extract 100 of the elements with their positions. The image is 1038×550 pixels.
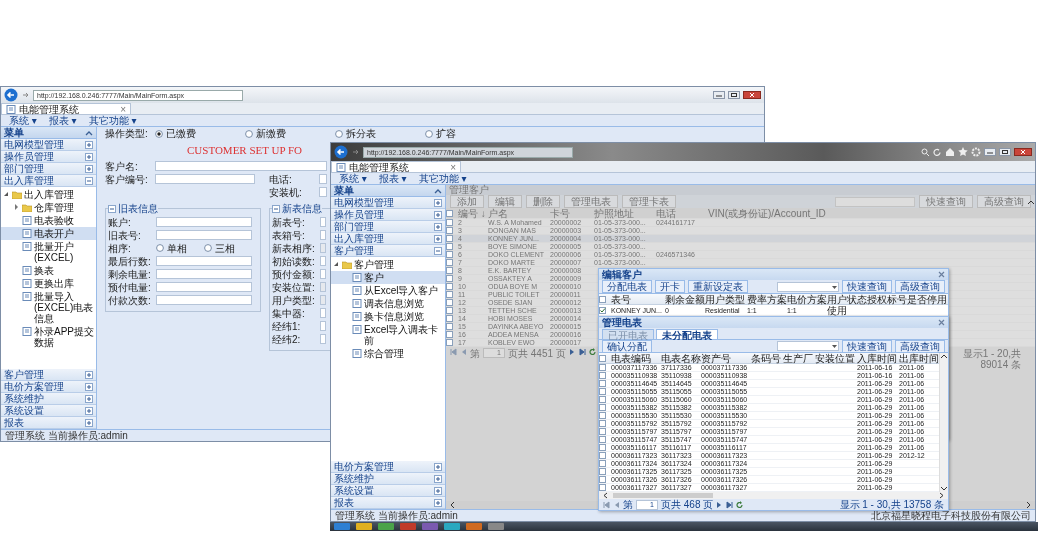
close-icon[interactable] <box>1014 148 1032 156</box>
refresh-icon[interactable] <box>736 500 745 509</box>
browser-tab[interactable]: 电能管理系统 × <box>331 161 461 172</box>
toolbar-button[interactable]: 添加 <box>450 195 484 208</box>
radio-icon[interactable] <box>155 129 163 138</box>
assign-button[interactable]: 确认分配 <box>602 339 652 353</box>
back-button-icon[interactable] <box>334 145 348 159</box>
expand-icon[interactable] <box>85 406 93 415</box>
checkbox-icon[interactable] <box>446 235 453 243</box>
checkbox-icon[interactable] <box>599 436 606 444</box>
expand-icon[interactable] <box>434 234 442 243</box>
tree-item[interactable]: 电表开户 <box>1 227 96 240</box>
tree-item[interactable]: 客户 <box>331 271 445 284</box>
text-field[interactable] <box>156 269 252 279</box>
checkbox-icon[interactable] <box>599 460 606 468</box>
close-icon[interactable] <box>743 91 761 99</box>
checkbox-icon[interactable] <box>446 315 453 323</box>
expand-icon[interactable] <box>434 474 442 483</box>
expand-icon[interactable] <box>85 370 93 379</box>
collapse-icon[interactable] <box>272 204 280 213</box>
checkbox-icon[interactable] <box>599 428 606 436</box>
forward-button-icon[interactable] <box>351 147 360 157</box>
dropdown-field[interactable] <box>320 243 326 253</box>
tab-close-button[interactable]: × <box>120 103 126 115</box>
collapse-icon[interactable] <box>434 246 442 255</box>
browser-tab[interactable]: 电能管理系统 × <box>1 103 131 114</box>
accordion-header[interactable]: 系统设置 <box>1 405 96 417</box>
dropdown-arrow-icon[interactable] <box>831 283 838 290</box>
tree-item[interactable]: 客户管理 <box>331 258 445 271</box>
menu-button[interactable]: 其它功能 ▾ <box>84 114 141 127</box>
search-button[interactable]: 高级查询 <box>895 280 945 293</box>
checkbox-icon[interactable] <box>446 267 453 275</box>
checkbox-icon[interactable] <box>599 296 606 303</box>
back-button-icon[interactable] <box>4 88 18 102</box>
expand-icon[interactable] <box>85 382 93 391</box>
tree-item[interactable]: 仓库管理 <box>1 201 96 214</box>
expand-icon[interactable] <box>85 152 93 161</box>
accordion-header[interactable]: 报表 <box>331 497 445 509</box>
checkbox-icon[interactable] <box>599 468 606 476</box>
text-field[interactable] <box>156 282 252 292</box>
radio-icon[interactable] <box>425 129 433 138</box>
tree-item[interactable]: 批量导入(EXCEL)电表信息 <box>1 290 96 325</box>
menu-button[interactable]: 其它功能 ▾ <box>414 172 471 185</box>
checkbox-icon[interactable] <box>599 364 606 372</box>
collapse-icon[interactable] <box>108 204 116 213</box>
last-page-icon[interactable] <box>578 348 586 356</box>
expand-icon[interactable] <box>434 486 442 495</box>
accordion-header[interactable]: 部门管理 <box>331 221 445 233</box>
toolbar-button[interactable]: 分配电表 <box>602 280 652 293</box>
tree-item[interactable]: 换卡信息浏览 <box>331 310 445 323</box>
checkbox-icon[interactable] <box>599 444 606 452</box>
checkbox-icon[interactable] <box>446 339 453 347</box>
checkbox-icon[interactable] <box>599 355 606 362</box>
maximize-icon[interactable] <box>999 148 1011 156</box>
checkbox-icon[interactable] <box>446 283 453 291</box>
radio-icon[interactable] <box>156 244 164 252</box>
expand-icon[interactable] <box>434 198 442 207</box>
toolbar-button[interactable]: 开卡 <box>655 280 685 293</box>
text-field[interactable] <box>156 217 252 227</box>
expand-icon[interactable] <box>434 498 442 507</box>
tree-item[interactable]: Excel导入调表卡前 <box>331 323 445 347</box>
accordion-header[interactable]: 电价方案管理 <box>1 381 96 393</box>
accordion-header[interactable]: 电网模型管理 <box>1 139 96 151</box>
radio-option[interactable]: 三相 <box>204 242 252 254</box>
accordion-header[interactable]: 操作员管理 <box>1 151 96 163</box>
collapse-icon[interactable] <box>85 176 93 185</box>
dropdown-arrow-icon[interactable] <box>831 343 838 349</box>
toolbar-button[interactable]: 重新设定表 <box>688 280 748 293</box>
tree-item[interactable]: 从Excel导入客户 <box>331 284 445 297</box>
expand-icon[interactable] <box>85 394 93 403</box>
checkbox-icon[interactable] <box>599 396 606 404</box>
expand-icon[interactable] <box>85 164 93 173</box>
last-page-icon[interactable] <box>726 500 734 509</box>
checkbox-icon[interactable] <box>446 275 453 283</box>
accordion-header[interactable]: 出入库管理 <box>1 175 96 187</box>
toolbar-button[interactable]: 编辑 <box>488 195 522 208</box>
expand-icon[interactable] <box>434 462 442 471</box>
menu-button[interactable]: 报表 ▾ <box>374 172 411 185</box>
text-field[interactable] <box>155 161 327 171</box>
accordion-header[interactable]: 系统设置 <box>331 485 445 497</box>
expand-icon[interactable] <box>85 140 93 149</box>
radio-option[interactable]: 新缴费 <box>245 128 286 139</box>
tree-item[interactable]: 出入库管理 <box>1 188 96 201</box>
accordion-header[interactable]: 电网模型管理 <box>331 197 445 209</box>
scroll-left-icon[interactable] <box>602 492 609 499</box>
expand-icon[interactable] <box>434 222 442 231</box>
maximize-icon[interactable] <box>728 91 740 99</box>
scroll-up-icon[interactable] <box>940 353 948 360</box>
text-field[interactable] <box>156 230 252 240</box>
checkbox-icon[interactable] <box>599 452 606 460</box>
checkbox-icon[interactable] <box>446 243 453 251</box>
radio-icon[interactable] <box>204 244 212 252</box>
tree-item[interactable]: 电表验收 <box>1 214 96 227</box>
refresh-icon[interactable] <box>588 348 597 356</box>
accordion-header[interactable]: 报表 <box>1 417 96 429</box>
first-page-icon[interactable] <box>450 348 457 356</box>
tree-item[interactable]: 补录APP提交数据 <box>1 325 96 349</box>
checkbox-icon[interactable] <box>446 251 453 259</box>
radio-option[interactable]: 拆分表 <box>335 128 376 139</box>
home-icon[interactable] <box>945 147 955 157</box>
